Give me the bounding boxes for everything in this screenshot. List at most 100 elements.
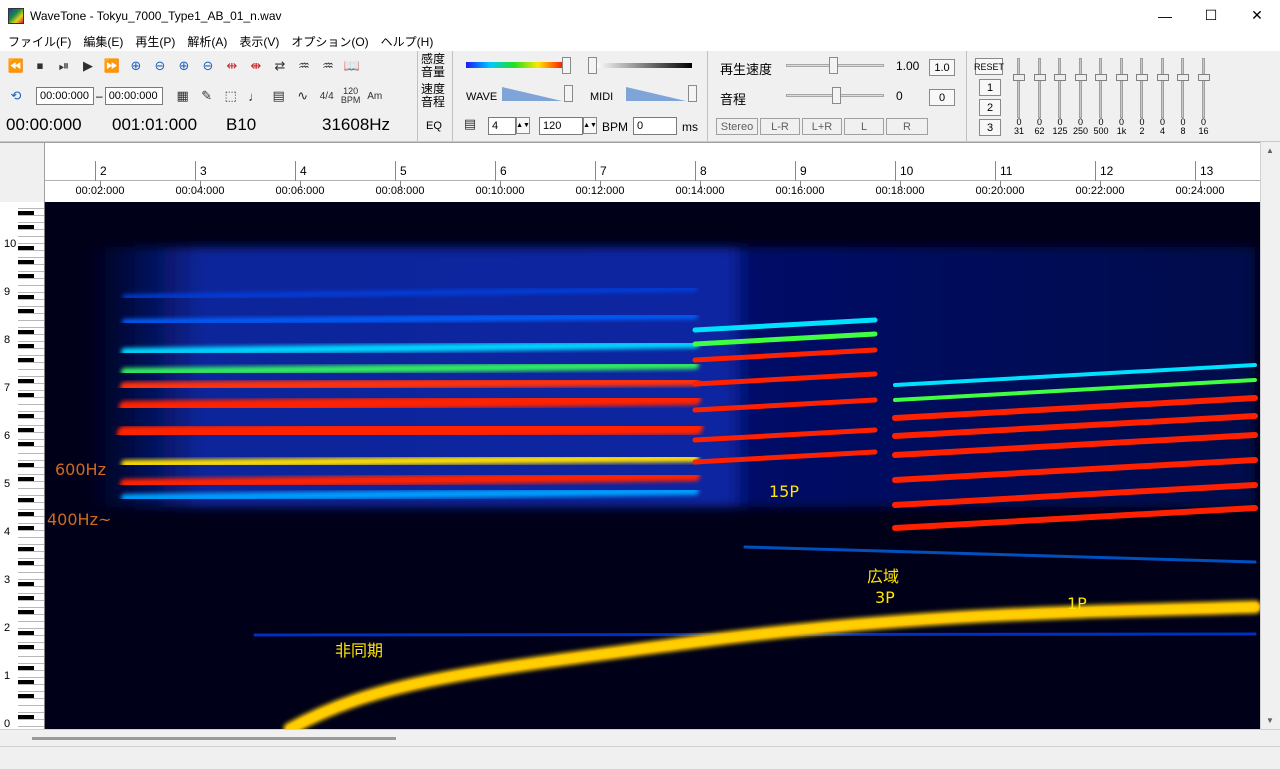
pause-play-icon[interactable]: ⏯ bbox=[52, 55, 76, 77]
eq-fader-62[interactable] bbox=[1033, 58, 1046, 118]
octave-label: 3 bbox=[4, 574, 11, 586]
playback-speed-thumb[interactable] bbox=[829, 57, 838, 74]
channel-r-button[interactable]: R bbox=[886, 118, 928, 135]
shrink-icon[interactable]: ⇼ bbox=[244, 55, 268, 77]
grid-icon[interactable]: ▤ bbox=[267, 85, 291, 107]
pen-icon[interactable]: ✎ bbox=[195, 85, 219, 107]
transport-row: ⏪ ⏹ ⏯ ▶ ⏩ ⊕ ⊖ ⊕ ⊖ ⇹ ⇼ ⇄ ♒ ♒ 📖 bbox=[4, 55, 364, 77]
meter-button[interactable]: 4/4 bbox=[315, 85, 339, 107]
menu-view[interactable]: 表示(V) bbox=[233, 33, 285, 50]
horizontal-scrollbar[interactable] bbox=[0, 729, 1280, 746]
note-icon[interactable]: ♩ bbox=[243, 85, 267, 107]
menu-play[interactable]: 再生(P) bbox=[129, 33, 181, 50]
zoom-in-horizontal-icon[interactable]: ⊕ bbox=[124, 55, 148, 77]
time-label: 00:02:000 bbox=[75, 185, 125, 197]
bpm-input[interactable] bbox=[539, 117, 583, 135]
pitch-thumb[interactable] bbox=[832, 87, 841, 104]
ms-unit: ms bbox=[682, 120, 698, 134]
rewind-icon[interactable]: ⏪ bbox=[4, 55, 28, 77]
horizontal-scroll-thumb[interactable] bbox=[32, 737, 396, 740]
minimize-button[interactable]: — bbox=[1142, 0, 1188, 31]
scroll-up-icon[interactable]: ▲ bbox=[1266, 146, 1274, 155]
pitch-reset-button[interactable]: 0 bbox=[929, 89, 955, 106]
offset-ms-input[interactable] bbox=[633, 117, 677, 135]
eq-band-label: 02 bbox=[1132, 118, 1152, 136]
expand-icon[interactable]: ⇹ bbox=[220, 55, 244, 77]
octave-label: 10 bbox=[4, 238, 17, 250]
menu-analysis[interactable]: 解析(A) bbox=[181, 33, 233, 50]
close-button[interactable]: ✕ bbox=[1234, 0, 1280, 31]
channel-l-button[interactable]: L bbox=[844, 118, 884, 135]
waveform-icon[interactable]: ♒ bbox=[292, 55, 316, 77]
wave-shape-icon[interactable]: ∿ bbox=[291, 85, 315, 107]
swap-icon[interactable]: ⇄ bbox=[268, 55, 292, 77]
eq-fader-4[interactable] bbox=[1156, 58, 1169, 118]
stereo-button[interactable]: Stereo bbox=[716, 118, 758, 135]
zoom-out-horizontal-icon[interactable]: ⊖ bbox=[148, 55, 172, 77]
play-icon[interactable]: ▶ bbox=[76, 55, 100, 77]
midi-volume-ramp[interactable] bbox=[626, 87, 686, 101]
wave-label: WAVE bbox=[466, 91, 498, 103]
annotation-600hz: 600Hz bbox=[55, 460, 106, 479]
spectrogram-view[interactable]: 600Hz 400Hz~ 15P 広域 3P 1P 非同期 bbox=[45, 202, 1260, 729]
chord-button[interactable]: Am bbox=[363, 85, 387, 107]
stop-icon[interactable]: ⏹ bbox=[28, 55, 52, 77]
layout-icon[interactable]: ▦ bbox=[171, 85, 195, 107]
piano-keyboard[interactable]: 10 9 8 7 6 5 4 3 2 1 0 bbox=[0, 202, 45, 729]
volume-slider-thumb[interactable] bbox=[588, 57, 597, 74]
eq-fader-500[interactable] bbox=[1095, 58, 1107, 118]
beat-input[interactable] bbox=[488, 117, 516, 135]
eq-preset-3-button[interactable]: 3 bbox=[979, 119, 1001, 136]
wave-volume-ramp[interactable] bbox=[502, 87, 562, 101]
vertical-scrollbar[interactable]: ▲ ▼ bbox=[1260, 142, 1280, 729]
eq-reset-button[interactable]: RESET bbox=[974, 58, 1004, 75]
maximize-button[interactable]: ☐ bbox=[1188, 0, 1234, 31]
eq-band-label: 0 1k bbox=[1112, 118, 1132, 136]
eq-fader-31[interactable] bbox=[1013, 58, 1025, 118]
bpm-button[interactable]: 120 BPM bbox=[339, 85, 363, 107]
fast-forward-icon[interactable]: ⏩ bbox=[100, 55, 124, 77]
beat-grid-icon[interactable]: ▤ bbox=[460, 114, 480, 134]
menu-edit[interactable]: 編集(E) bbox=[77, 33, 129, 50]
select-rect-icon[interactable]: ⬚ bbox=[219, 85, 243, 107]
eq-band-frequency: 4 bbox=[1159, 126, 1165, 136]
eq-fader-8[interactable] bbox=[1177, 58, 1189, 118]
pitch-label: 音程 bbox=[720, 92, 747, 107]
eq-fader-125[interactable] bbox=[1054, 58, 1066, 118]
annotation-400hz: 400Hz~ bbox=[47, 510, 111, 529]
zoom-in-vertical-icon[interactable]: ⊕ bbox=[172, 55, 196, 77]
zoom-out-vertical-icon[interactable]: ⊖ bbox=[196, 55, 220, 77]
midi-slider-thumb[interactable] bbox=[688, 85, 697, 102]
eq-preset-1-button[interactable]: 1 bbox=[979, 79, 1001, 96]
eq-fader-2[interactable] bbox=[1136, 58, 1148, 118]
time-label: 00:14:000 bbox=[675, 185, 725, 197]
channel-l-plus-r-button[interactable]: L+R bbox=[802, 118, 842, 135]
wave-slider-thumb[interactable] bbox=[564, 85, 573, 102]
time-ruler-row[interactable]: 00:02:000 00:04:000 00:06:000 00:08:000 00:1… bbox=[45, 181, 1260, 201]
bpm-spinner[interactable]: ▲▼ bbox=[583, 117, 597, 134]
sensitivity-slider-thumb[interactable] bbox=[562, 57, 571, 74]
ruler-corner bbox=[0, 143, 45, 203]
loop-icon[interactable]: ⟲ bbox=[4, 85, 28, 107]
status-row: 00:00:000 001:01:000 B10 31608Hz bbox=[0, 113, 415, 137]
beat-spinner[interactable]: ▲▼ bbox=[516, 117, 530, 134]
measure-ruler[interactable]: 2 3 4 5 6 7 8 9 10 11 12 13 bbox=[45, 161, 1260, 181]
waveform-stereo-icon[interactable]: ♒ bbox=[316, 55, 340, 77]
eq-fader-1k[interactable] bbox=[1115, 58, 1128, 118]
book-icon[interactable]: 📖 bbox=[340, 55, 364, 77]
time-label: 00:10:000 bbox=[475, 185, 525, 197]
eq-band-label: 0 250 bbox=[1071, 118, 1091, 136]
annotation-1p: 1P bbox=[1067, 594, 1087, 613]
scroll-down-icon[interactable]: ▼ bbox=[1266, 716, 1274, 725]
eq-fader-16[interactable] bbox=[1197, 58, 1210, 118]
range-start-input[interactable] bbox=[36, 87, 94, 105]
menu-options[interactable]: オプション(O) bbox=[285, 33, 374, 50]
playback-speed-reset-button[interactable]: 1.0 bbox=[929, 59, 955, 76]
menu-file[interactable]: ファイル(F) bbox=[2, 33, 77, 50]
octave-label: 8 bbox=[4, 334, 11, 346]
menu-help[interactable]: ヘルプ(H) bbox=[375, 33, 440, 50]
eq-preset-2-button[interactable]: 2 bbox=[979, 99, 1001, 116]
channel-l-minus-r-button[interactable]: L-R bbox=[760, 118, 800, 135]
range-end-input[interactable] bbox=[104, 87, 163, 105]
eq-fader-250[interactable] bbox=[1074, 58, 1087, 118]
